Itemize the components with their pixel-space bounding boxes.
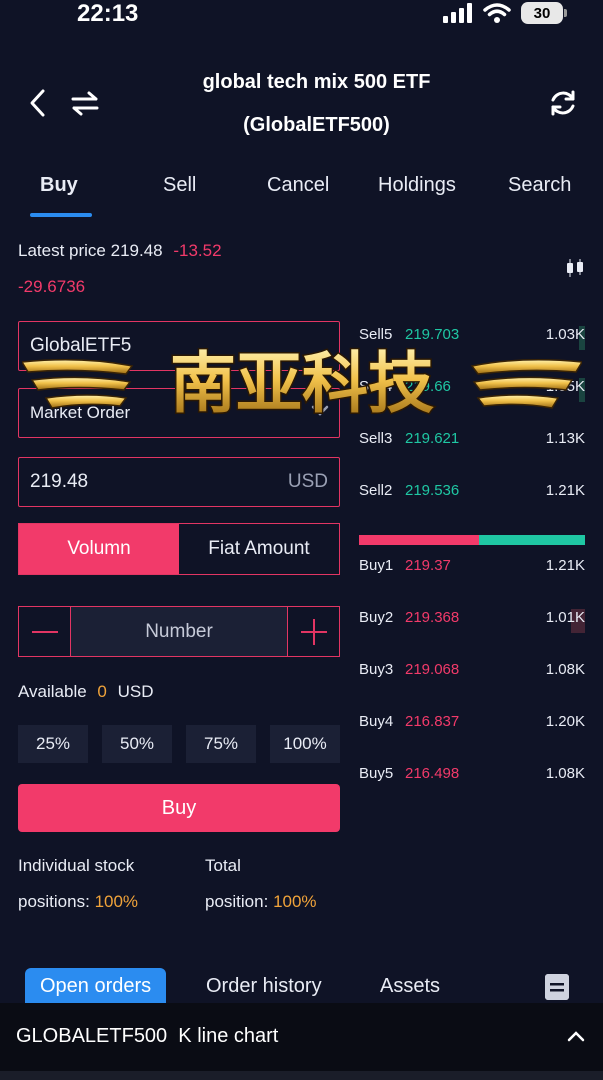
individual-position-label-2: positions:: [18, 892, 90, 911]
total-position-label-2: position:: [205, 892, 269, 911]
header: global tech mix 500 ETF (GlobalETF500): [0, 55, 603, 150]
chevron-up-icon[interactable]: [567, 1030, 585, 1042]
buy-row[interactable]: Buy3 219.068 1.08K: [359, 661, 585, 685]
trade-tabs: Buy Sell Cancel Holdings Search: [0, 168, 603, 218]
individual-position-label: Individual stock: [18, 856, 135, 875]
tab-assets[interactable]: Assets: [380, 968, 440, 1004]
tab-search[interactable]: Search: [508, 174, 571, 197]
latest-price-label: Latest price: [18, 241, 106, 260]
sell-ratio-fill: [478, 535, 585, 545]
buy-price: 219.37: [405, 557, 451, 574]
bottom-tabs: Open orders Order history Assets: [0, 962, 603, 1004]
total-position-value: 100%: [273, 892, 317, 911]
buy-quantity: 1.20K: [545, 713, 585, 730]
buy-row[interactable]: Buy1 219.37 1.21K: [359, 557, 585, 581]
latest-price-value: 219.48: [110, 241, 163, 260]
buy-sell-ratio-bar: [359, 535, 585, 545]
percent-50-button[interactable]: 50%: [102, 725, 172, 763]
price-field[interactable]: 219.48 USD: [18, 457, 340, 507]
buy-ratio-fill: [359, 535, 479, 545]
increase-button[interactable]: [287, 607, 339, 656]
buy-quantity: 1.08K: [545, 661, 585, 678]
sell-price: 219.621: [405, 430, 460, 447]
buy-level-label: Buy1: [359, 557, 394, 574]
plus-icon: [300, 618, 327, 645]
tab-holdings[interactable]: Holdings: [378, 174, 456, 197]
amount-mode-toggle: Volumn Fiat Amount: [18, 523, 340, 575]
refresh-icon[interactable]: [548, 88, 578, 118]
buy-price: 216.837: [405, 713, 460, 730]
kline-chart-label: GLOBALETF500 K line chart: [16, 1025, 279, 1047]
watermark-logo: 南亚科技: [22, 344, 582, 424]
page-title: global tech mix 500 ETF: [202, 71, 431, 93]
status-bar: 22:13 30: [0, 0, 603, 32]
buy-price: 216.498: [405, 765, 460, 782]
quantity-stepper: Number: [18, 606, 340, 657]
buy-row[interactable]: Buy5 216.498 1.08K: [359, 765, 585, 789]
sell-quantity: 1.13K: [545, 430, 585, 447]
price-value: 219.48: [30, 471, 89, 492]
sell-quantity: 1.21K: [545, 482, 585, 499]
buy-level-label: Buy5: [359, 765, 394, 782]
kline-chart-bar[interactable]: GLOBALETF500 K line chart: [0, 1003, 603, 1071]
buy-quantity: 1.01K: [545, 609, 585, 626]
minus-icon: [31, 630, 58, 633]
price-change-percent: -29.6736: [18, 277, 86, 296]
mode-fiat-button[interactable]: Fiat Amount: [179, 524, 339, 574]
wifi-icon: [483, 3, 511, 23]
sell-row[interactable]: Sell3 219.621 1.13K: [359, 430, 585, 454]
buy-button[interactable]: Buy: [18, 784, 340, 832]
price-unit: USD: [287, 471, 328, 492]
buy-level-label: Buy2: [359, 609, 394, 626]
home-indicator-strip: [0, 1071, 603, 1080]
individual-position-value: 100%: [94, 892, 139, 911]
available-label: Available: [18, 682, 87, 701]
decrease-button[interactable]: [19, 607, 71, 656]
available-balance: Available 0 USD: [18, 682, 154, 702]
tab-buy[interactable]: Buy: [40, 174, 78, 197]
candlestick-icon[interactable]: [565, 259, 585, 277]
cellular-signal-icon: [443, 3, 472, 23]
buy-row[interactable]: Buy4 216.837 1.20K: [359, 713, 585, 737]
buy-quantity: 1.08K: [545, 765, 585, 782]
tab-active-underline: [30, 213, 92, 217]
buy-level-label: Buy4: [359, 713, 394, 730]
percent-100-button[interactable]: 100%: [270, 725, 340, 763]
sell-price: 219.536: [405, 482, 460, 499]
buy-quantity: 1.21K: [545, 557, 585, 574]
status-time: 22:13: [77, 0, 139, 27]
status-icons: 30: [443, 2, 567, 24]
percent-75-button[interactable]: 75%: [186, 725, 256, 763]
buy-price: 219.368: [405, 609, 460, 626]
document-icon[interactable]: [545, 974, 569, 1000]
sell-level-label: Sell2: [359, 482, 393, 499]
total-position: Total position: 100%: [205, 848, 317, 920]
individual-position: Individual stock positions: 100%: [18, 848, 138, 920]
latest-price: Latest price 219.48 -13.52: [18, 241, 222, 261]
tab-sell[interactable]: Sell: [163, 174, 196, 197]
total-position-label: Total: [205, 856, 241, 875]
watermark-text: 南亚科技: [170, 345, 434, 422]
available-value: 0: [97, 682, 107, 701]
buy-level-label: Buy3: [359, 661, 394, 678]
percent-shortcuts: 25% 50% 75% 100%: [18, 725, 340, 763]
buy-price: 219.068: [405, 661, 460, 678]
quantity-input[interactable]: Number: [71, 607, 287, 656]
sell-level-label: Sell3: [359, 430, 393, 447]
page-subtitle: (GlobalETF500): [243, 114, 390, 136]
available-unit: USD: [117, 682, 154, 701]
percent-25-button[interactable]: 25%: [18, 725, 88, 763]
mode-volume-button[interactable]: Volumn: [19, 524, 179, 574]
tab-order-history[interactable]: Order history: [206, 968, 322, 1004]
battery-icon: 30: [521, 2, 567, 24]
price-change: -13.52: [173, 241, 222, 260]
tab-cancel[interactable]: Cancel: [267, 174, 329, 197]
sell-row[interactable]: Sell2 219.536 1.21K: [359, 482, 585, 506]
tab-open-orders[interactable]: Open orders: [25, 968, 167, 1004]
buy-row[interactable]: Buy2 219.368 1.01K: [359, 609, 585, 633]
